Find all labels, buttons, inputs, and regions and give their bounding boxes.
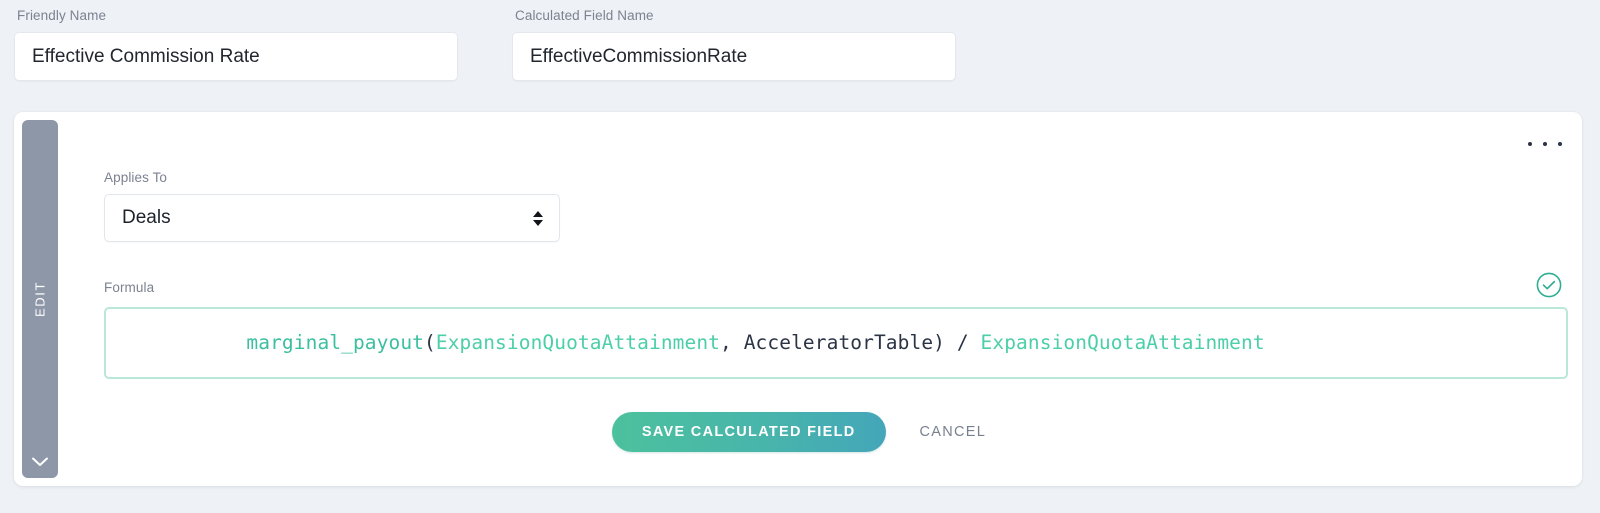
friendly-name-input[interactable]: Effective Commission Rate bbox=[14, 32, 458, 81]
applies-to-select[interactable]: Deals bbox=[104, 194, 560, 242]
friendly-name-field-group: Friendly Name Effective Commission Rate bbox=[14, 0, 458, 100]
formula-token-punctuation: ( bbox=[424, 331, 436, 354]
formula-code: marginal_payout(ExpansionQuotaAttainment… bbox=[128, 309, 1265, 377]
cancel-button[interactable]: CANCEL bbox=[916, 418, 991, 446]
calculated-field-editor-page: Friendly Name Effective Commission Rate … bbox=[0, 0, 1600, 513]
card-body: Applies To Deals Formula marginal_payout… bbox=[90, 112, 1582, 486]
formula-label: Formula bbox=[104, 280, 155, 295]
friendly-name-label: Friendly Name bbox=[17, 8, 107, 23]
chevron-down-icon[interactable] bbox=[22, 456, 58, 468]
formula-token-variable: ExpansionQuotaAttainment bbox=[435, 331, 721, 354]
name-fields-row: Friendly Name Effective Commission Rate … bbox=[0, 0, 1600, 100]
caret-up-icon bbox=[533, 210, 543, 217]
formula-input[interactable]: marginal_payout(ExpansionQuotaAttainment… bbox=[104, 307, 1568, 379]
applies-to-selected-value: Deals bbox=[122, 207, 171, 228]
formula-token-function: marginal_payout bbox=[246, 331, 425, 354]
edit-side-tab-label: EDIT bbox=[32, 280, 48, 318]
applies-to-select-wrapper: Deals bbox=[104, 194, 560, 242]
applies-to-label: Applies To bbox=[104, 170, 168, 185]
calculated-field-name-label: Calculated Field Name bbox=[515, 8, 654, 23]
edit-side-tab[interactable]: EDIT bbox=[22, 120, 58, 478]
select-spinner-icon[interactable] bbox=[533, 210, 543, 226]
formula-token-expression: AcceleratorTable) / bbox=[743, 331, 981, 354]
formula-token-variable: ExpansionQuotaAttainment bbox=[980, 331, 1265, 354]
form-actions: SAVE CALCULATED FIELD CANCEL bbox=[90, 412, 1582, 452]
calculated-field-card: EDIT Applies To Deals Formula marginal_p… bbox=[14, 112, 1582, 486]
calculated-field-name-group: Calculated Field Name EffectiveCommissio… bbox=[512, 0, 956, 100]
formula-token-separator: , bbox=[720, 331, 744, 354]
check-circle-icon bbox=[1536, 272, 1562, 298]
save-calculated-field-button[interactable]: SAVE CALCULATED FIELD bbox=[611, 412, 886, 452]
caret-down-icon bbox=[533, 219, 543, 226]
calculated-field-name-input[interactable]: EffectiveCommissionRate bbox=[512, 32, 956, 81]
